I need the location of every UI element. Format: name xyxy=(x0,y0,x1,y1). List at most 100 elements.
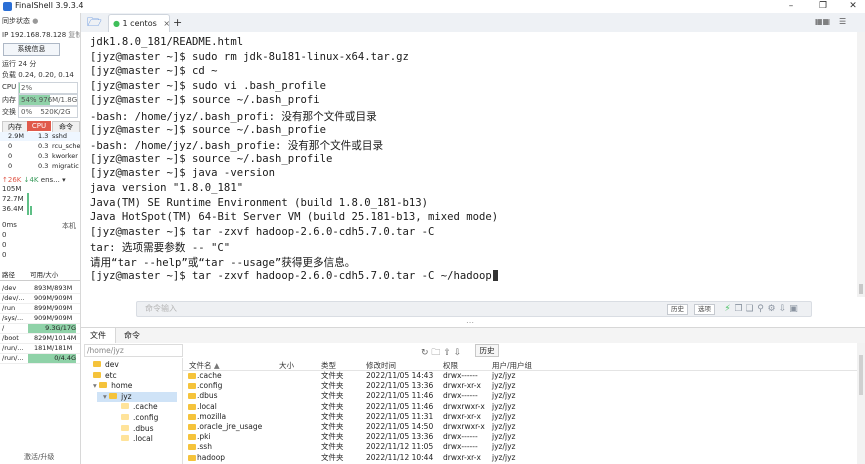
file-row[interactable]: .cache 文件夹 2022/11/05 14:43 drwx------ jyz/j… xyxy=(183,371,857,381)
maximize-icon[interactable]: ❐ xyxy=(810,0,836,13)
disk-size: 9.3G/17G xyxy=(28,324,76,333)
file-row[interactable]: .dbus 文件夹 2022/11/05 11:46 drwx------ jyz/jy… xyxy=(183,391,857,401)
terminal-line: 请用“tar --help”或“tar --usage”获得更多信息。 xyxy=(90,255,355,270)
chevron-down-icon[interactable]: ▾ xyxy=(62,176,66,184)
lightning-icon[interactable]: ⚡ xyxy=(723,304,732,314)
col-header-name-label: 文件名 xyxy=(189,361,212,370)
terminal-line-text: [jyz@master ~]$ cd ~ xyxy=(90,65,218,78)
resize-handle-icon[interactable]: ⋯ xyxy=(466,318,474,327)
terminal-cursor xyxy=(492,269,498,281)
system-info-button[interactable]: 系统信息 xyxy=(3,43,60,56)
file-type: 文件夹 xyxy=(321,411,344,421)
file-row[interactable]: .ssh 文件夹 2022/11/12 11:05 drwx------ jyz/jyz xyxy=(183,442,857,452)
terminal-line-text: -bash: /home/jyz/.bash_profi: 没有那个文件或目录 xyxy=(90,111,377,123)
cpu-meter: 2% xyxy=(18,82,78,94)
folder-up-icon[interactable]: 🗀 xyxy=(431,348,440,358)
process-row[interactable]: 0 0.3 kworker xyxy=(0,152,80,161)
tree-node[interactable]: etc xyxy=(93,371,117,381)
tree-node[interactable]: .dbus xyxy=(121,424,154,434)
command-input-bar[interactable]: 命令输入 历史 选项 ⚡ ❐ ❏ ⚲ ⚙ ⇩ ▣ xyxy=(136,301,812,317)
process-row[interactable]: 0 0.3 rcu_sche xyxy=(0,142,80,151)
file-perm: drwx------ xyxy=(443,432,478,442)
upload-icon[interactable]: ⇧ xyxy=(443,348,451,358)
terminal-line-text: -bash: /home/jyz/.bash_profie: 没有那个文件或目录 xyxy=(90,140,384,153)
system-monitor-panel: 同步状态 ● IP 192.168.78.128 复制 系统信息 运行 24 分… xyxy=(0,13,81,464)
disk-path: /boot xyxy=(2,334,19,342)
file-name: .pki xyxy=(197,432,211,442)
load-average: 负载 0.24, 0.20, 0.14 xyxy=(2,71,74,79)
tree-node[interactable]: dev xyxy=(93,360,119,370)
folder-icon xyxy=(99,382,108,389)
process-command: rcu_sche xyxy=(52,142,81,150)
file-row[interactable]: .pki 文件夹 2022/11/05 13:36 drwx------ jyz/jyz xyxy=(183,432,857,442)
tree-node[interactable]: .config xyxy=(121,413,158,423)
command-history-button[interactable]: 历史 xyxy=(667,304,688,315)
folder-icon xyxy=(188,434,196,441)
minimize-icon[interactable]: – xyxy=(778,0,804,13)
tree-node[interactable]: ▾ home xyxy=(93,381,132,391)
terminal-line: [jyz@master ~]$ tar -zxvf hadoop-2.6.0-c… xyxy=(90,269,498,282)
terminal-scrollbar[interactable] xyxy=(857,32,865,297)
tab-commands[interactable]: 命令 xyxy=(115,328,149,343)
command-input-placeholder[interactable]: 命令输入 xyxy=(145,303,177,314)
tab-files[interactable]: 文件 xyxy=(81,328,116,343)
add-tab-button[interactable]: + xyxy=(173,14,183,31)
process-mem: 0 xyxy=(8,142,13,150)
terminal-line-text: [jyz@master ~]$ sudo vi .bash_profile xyxy=(90,79,326,92)
download-icon[interactable]: ⇩ xyxy=(778,304,787,314)
file-row[interactable]: .mozilla 文件夹 2022/11/05 11:31 drwxr-xr-x jyz… xyxy=(183,412,857,422)
paste-icon[interactable]: ❏ xyxy=(745,304,754,314)
swap-label: 交换 xyxy=(2,108,16,116)
disk-size: 899M/909M xyxy=(34,304,73,312)
tree-node[interactable]: .local xyxy=(121,434,153,444)
terminal-output[interactable]: jdk1.8.0_181/README.html [jyz@master ~]$ … xyxy=(81,32,857,297)
window-icon[interactable]: ▣ xyxy=(789,304,798,314)
gear-icon[interactable]: ⚙ xyxy=(767,304,776,314)
file-row[interactable]: hadoop 文件夹 2022/11/12 10:44 drwxr-xr-x jyz/j… xyxy=(183,453,857,463)
folder-open-icon[interactable]: 🗁 xyxy=(87,15,102,29)
terminal-line-text: [jyz@master ~]$ java -version xyxy=(90,167,275,180)
grid-view-icon[interactable]: ▦▦ xyxy=(815,17,830,26)
process-command: migratic xyxy=(52,162,79,170)
process-mem: 2.9M xyxy=(8,132,24,140)
terminal-line: [jyz@master ~]$ java -version xyxy=(90,167,275,179)
proc-tab-cpu[interactable]: CPU xyxy=(27,121,51,131)
folder-icon xyxy=(188,383,196,390)
file-type: 文件夹 xyxy=(321,401,344,411)
download-file-icon[interactable]: ⇩ xyxy=(454,348,462,358)
tab-close-icon[interactable]: × xyxy=(159,19,170,28)
file-row[interactable]: .local 文件夹 2022/11/05 11:46 drwxrwxr-x jyz/j… xyxy=(183,402,857,412)
copy-ip-link[interactable]: 复制 xyxy=(68,31,80,39)
copy-icon[interactable]: ❐ xyxy=(734,304,743,314)
command-options-button[interactable]: 选项 xyxy=(694,304,715,315)
folder-icon xyxy=(121,414,129,420)
folder-icon xyxy=(109,392,118,399)
file-row[interactable]: .oracle_jre_usage 文件夹 2022/11/05 14:50 drwx… xyxy=(183,422,857,432)
file-perm: drwx------ xyxy=(443,442,478,452)
activate-upgrade-link[interactable]: 激活/升级 xyxy=(24,452,54,462)
terminal-scrollbar-thumb[interactable] xyxy=(859,284,863,294)
process-mem: 0 xyxy=(8,162,13,170)
file-owner: jyz/jyz xyxy=(492,411,516,421)
tab-centos[interactable]: ● 1 centos × xyxy=(108,14,170,32)
process-row[interactable]: 2.9M 1.3 sshd xyxy=(0,132,80,141)
file-list-scrollbar[interactable] xyxy=(857,343,865,464)
terminal-line-text: [jyz@master ~]$ tar -zxvf hadoop-2.6.0-c… xyxy=(90,225,435,238)
search-icon[interactable]: ⚲ xyxy=(756,304,765,314)
disk-path: /dev/... xyxy=(2,294,25,302)
terminal-line: [jyz@master ~]$ cd ~ xyxy=(90,65,218,77)
path-input[interactable]: /home/jyz xyxy=(84,344,183,357)
close-icon[interactable]: ✕ xyxy=(840,0,865,13)
refresh-icon[interactable]: ↻ xyxy=(421,348,429,358)
process-row[interactable]: 0 0.3 migratic xyxy=(0,162,80,171)
net-interface-select[interactable]: ens... xyxy=(41,176,60,184)
tree-node[interactable]: ▾ jyz xyxy=(103,392,132,402)
file-row[interactable]: .config 文件夹 2022/11/05 13:36 drwxr-xr-x jyz/… xyxy=(183,381,857,391)
file-list-scrollbar-thumb[interactable] xyxy=(859,355,863,395)
folder-icon xyxy=(121,435,129,442)
mem-label: 内存 xyxy=(2,96,16,104)
tree-node[interactable]: .cache xyxy=(121,402,158,412)
path-history-button[interactable]: 历史 xyxy=(475,344,499,357)
terminal-line-text: [jyz@master ~]$ tar -zxvf hadoop-2.6.0-c… xyxy=(90,269,492,282)
list-view-icon[interactable]: ☰ xyxy=(839,17,846,26)
